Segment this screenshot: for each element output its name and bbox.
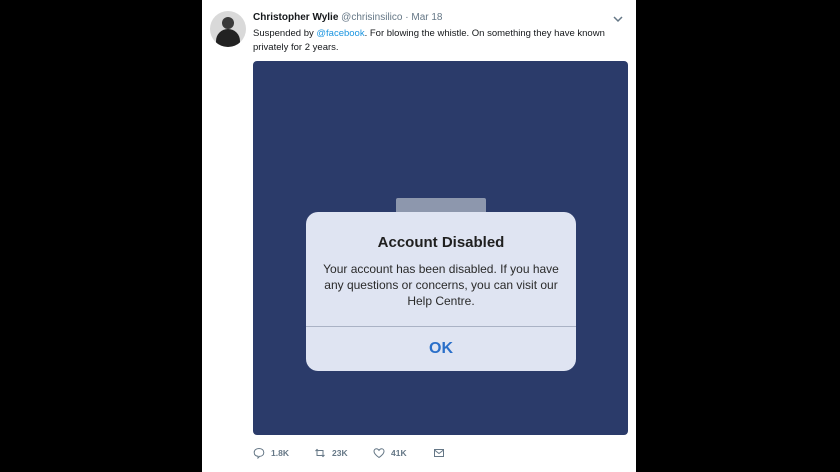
retweet-button[interactable]: 23K bbox=[314, 445, 348, 461]
like-icon bbox=[373, 448, 385, 459]
like-button[interactable]: 41K bbox=[373, 445, 407, 461]
avatar-head bbox=[222, 17, 234, 29]
tweet-text-before: Suspended by bbox=[253, 28, 317, 39]
author-handle[interactable]: @chrisinsilico bbox=[341, 12, 402, 23]
reply-button[interactable]: 1.8K bbox=[253, 445, 289, 461]
avatar[interactable] bbox=[210, 11, 246, 47]
mention-link[interactable]: @facebook bbox=[316, 28, 364, 39]
account-disabled-dialog: Account Disabled Your account has been d… bbox=[306, 212, 576, 371]
tweet-actions: 1.8K 23K 41K bbox=[253, 445, 613, 461]
ok-button[interactable]: OK bbox=[306, 327, 576, 371]
separator-dot: · bbox=[405, 12, 409, 23]
dialog-message: Your account has been disabled. If you h… bbox=[323, 262, 559, 308]
retweet-icon bbox=[315, 448, 325, 458]
author-name[interactable]: Christopher Wylie bbox=[253, 12, 338, 23]
chevron-down-icon[interactable] bbox=[612, 11, 624, 23]
avatar-shoulders bbox=[216, 29, 240, 47]
dialog-title: Account Disabled bbox=[377, 234, 505, 251]
tweet-media[interactable]: Account Disabled Your account has been d… bbox=[253, 61, 628, 435]
tweet-date[interactable]: Mar 18 bbox=[411, 12, 442, 23]
retweet-count: 23K bbox=[332, 448, 348, 458]
message-button[interactable] bbox=[433, 445, 451, 461]
tweet-card: Christopher Wylie @chrisinsilico · Mar 1… bbox=[202, 0, 636, 472]
tweet-text: Suspended by @facebook. For blowing the … bbox=[253, 27, 618, 55]
tweet-header: Christopher Wylie @chrisinsilico · Mar 1… bbox=[253, 11, 442, 24]
reply-icon bbox=[253, 447, 265, 459]
like-count: 41K bbox=[391, 448, 407, 458]
reply-count: 1.8K bbox=[271, 448, 289, 458]
message-icon bbox=[434, 449, 444, 457]
